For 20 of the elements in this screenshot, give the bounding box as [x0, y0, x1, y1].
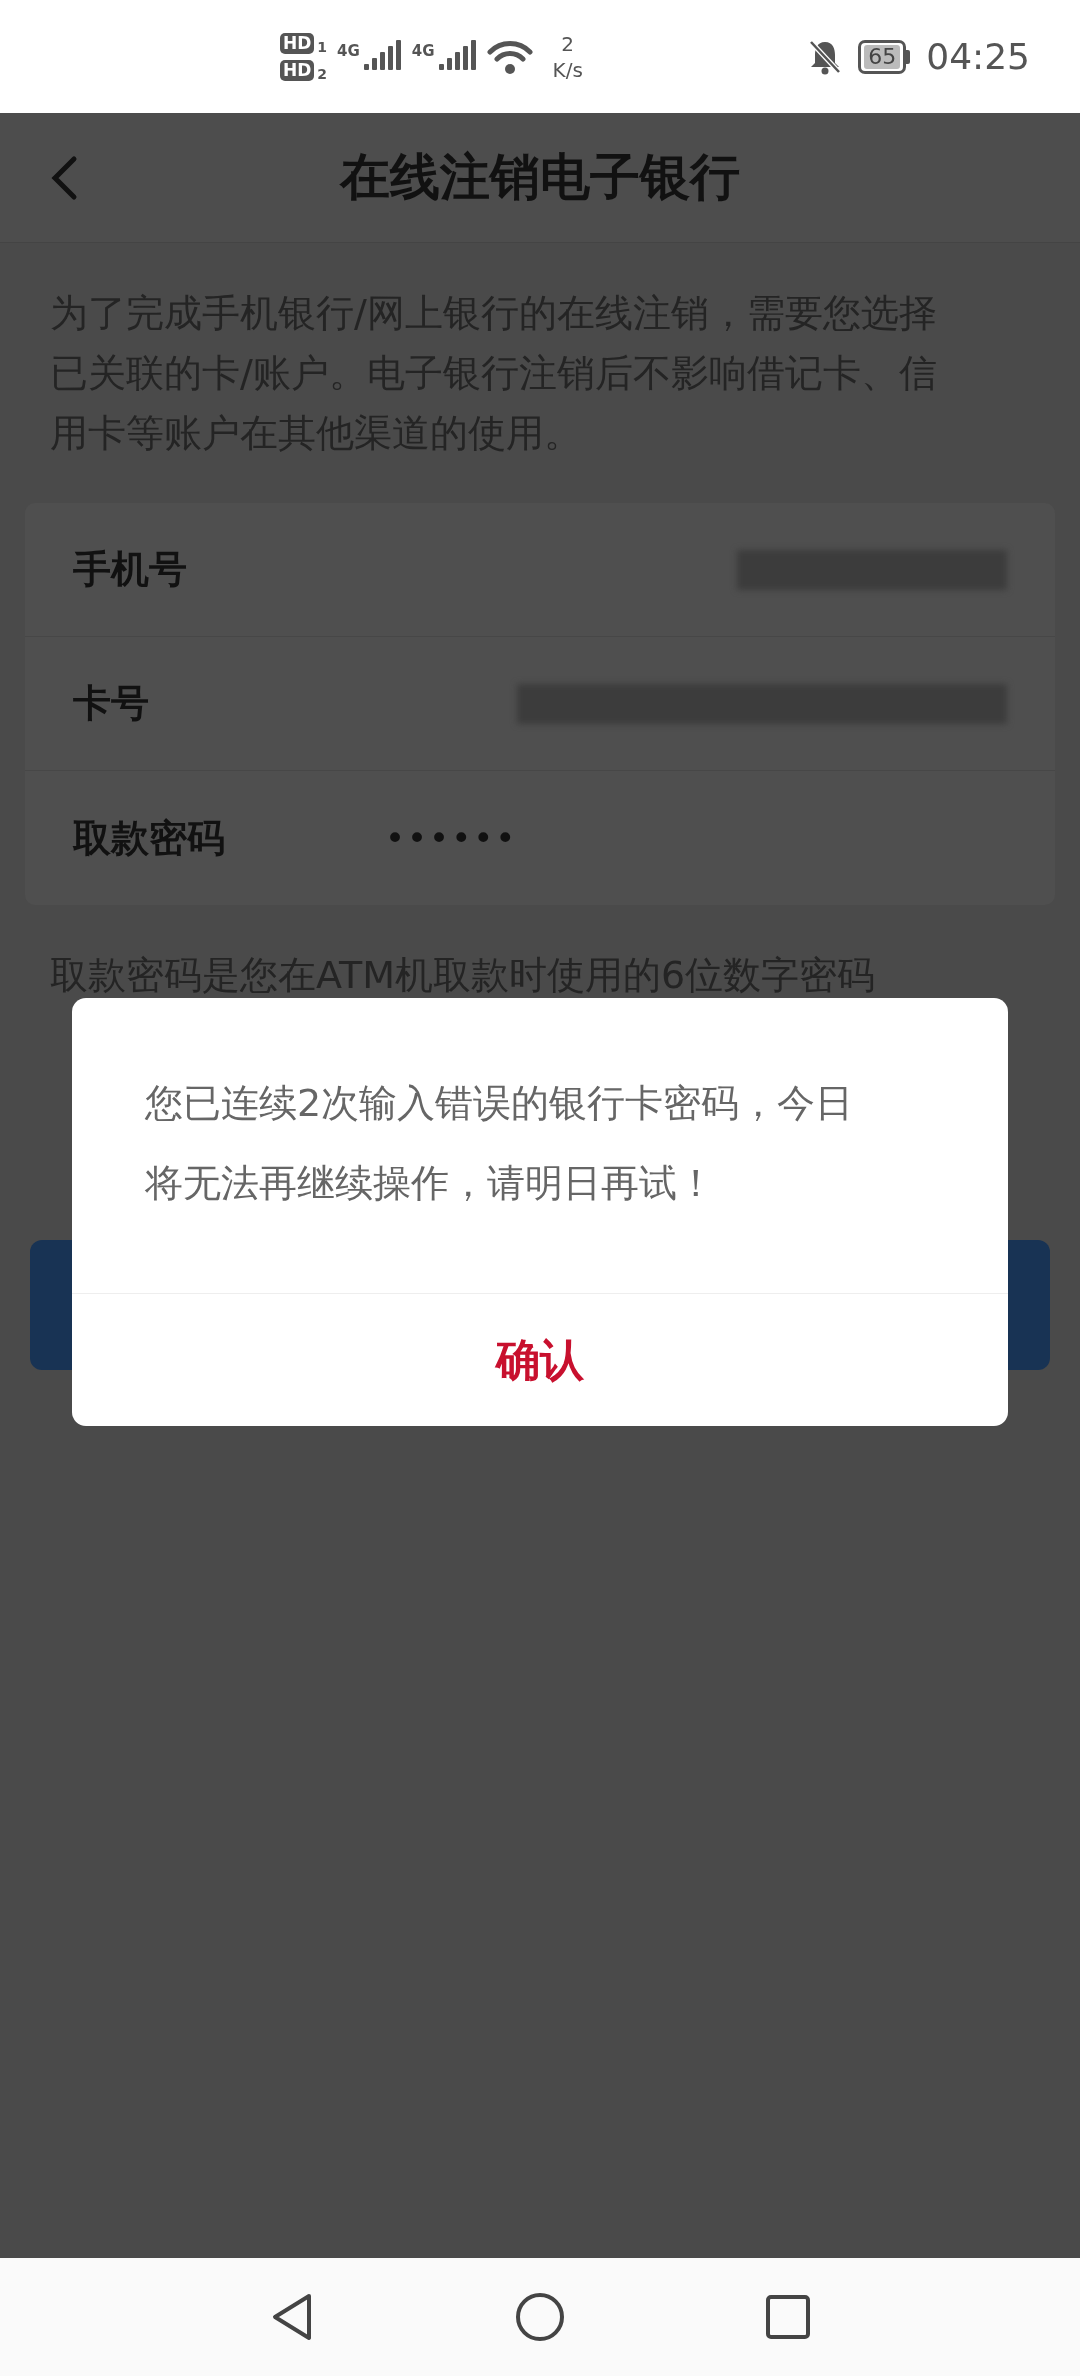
field-label: 取款密码: [73, 814, 226, 862]
network-speed-unit: K/s: [552, 59, 583, 80]
network-type-label: 4G: [411, 43, 435, 59]
network-speed-value: 2: [561, 33, 575, 54]
hd-badge: HD: [280, 59, 315, 81]
field-label: 卡号: [73, 680, 150, 727]
hd-badge: HD: [280, 32, 315, 54]
sim-slot-label: 1: [317, 39, 328, 54]
clock-time: 04:25: [926, 34, 1030, 79]
recents-nav-icon[interactable]: [765, 2294, 811, 2340]
bell-off-icon: [808, 38, 843, 75]
dialog-message: 您已连续2次输入错误的银行卡密码，今日将无法再继续操作，请明日再试！: [145, 1080, 855, 1207]
home-nav-icon[interactable]: [515, 2292, 565, 2342]
page-title: 在线注销电子银行: [340, 147, 740, 208]
sim-slot-label: 2: [317, 66, 328, 81]
battery-level: 65: [864, 44, 901, 69]
network-type-label: 4G: [337, 43, 360, 59]
confirm-button[interactable]: 确认: [72, 1294, 1008, 1426]
wifi-icon: [486, 38, 533, 75]
field-label: 手机号: [73, 546, 188, 593]
